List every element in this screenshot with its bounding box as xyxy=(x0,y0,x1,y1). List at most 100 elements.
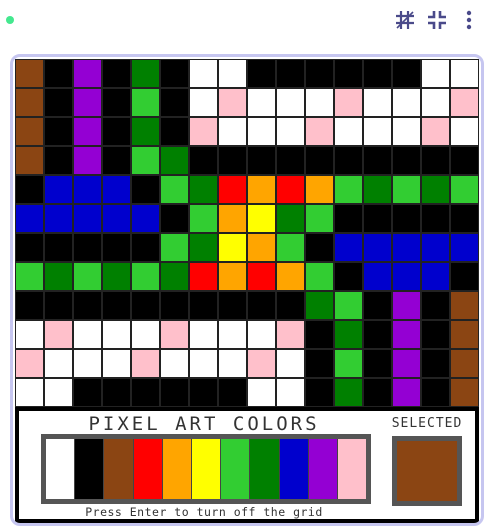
pixel-cell[interactable] xyxy=(363,349,392,378)
pixel-cell[interactable] xyxy=(363,59,392,88)
pixel-cell[interactable] xyxy=(363,233,392,262)
pixel-cell[interactable] xyxy=(392,146,421,175)
pixel-cell[interactable] xyxy=(218,117,247,146)
pixel-cell[interactable] xyxy=(73,59,102,88)
pixel-cell[interactable] xyxy=(421,320,450,349)
pixel-cell[interactable] xyxy=(218,320,247,349)
exit-fullscreen-icon[interactable] xyxy=(425,8,449,32)
pixel-cell[interactable] xyxy=(334,146,363,175)
pixel-cell[interactable] xyxy=(392,233,421,262)
pixel-cell[interactable] xyxy=(73,88,102,117)
pixel-cell[interactable] xyxy=(276,88,305,117)
pixel-cell[interactable] xyxy=(15,204,44,233)
pixel-cell[interactable] xyxy=(73,320,102,349)
pixel-cell[interactable] xyxy=(15,378,44,407)
pixel-cell[interactable] xyxy=(363,88,392,117)
pixel-cell[interactable] xyxy=(131,59,160,88)
pixel-cell[interactable] xyxy=(276,349,305,378)
pixel-cell[interactable] xyxy=(276,291,305,320)
pixel-cell[interactable] xyxy=(160,349,189,378)
pixel-cell[interactable] xyxy=(189,378,218,407)
pixel-cell[interactable] xyxy=(131,88,160,117)
pixel-cell[interactable] xyxy=(73,146,102,175)
pixel-cell[interactable] xyxy=(44,204,73,233)
pixel-cell[interactable] xyxy=(334,117,363,146)
pixel-cell[interactable] xyxy=(334,378,363,407)
pixel-cell[interactable] xyxy=(131,117,160,146)
pixel-cell[interactable] xyxy=(15,320,44,349)
pixel-cell[interactable] xyxy=(102,320,131,349)
pixel-cell[interactable] xyxy=(102,291,131,320)
color-swatch[interactable] xyxy=(250,439,280,499)
pixel-cell[interactable] xyxy=(305,378,334,407)
pixel-cell[interactable] xyxy=(305,204,334,233)
pixel-cell[interactable] xyxy=(102,378,131,407)
pixel-cell[interactable] xyxy=(363,262,392,291)
pixel-cell[interactable] xyxy=(392,262,421,291)
pixel-cell[interactable] xyxy=(276,320,305,349)
pixel-cell[interactable] xyxy=(450,204,479,233)
pixel-cell[interactable] xyxy=(247,175,276,204)
pixel-cell[interactable] xyxy=(131,233,160,262)
pixel-cell[interactable] xyxy=(363,146,392,175)
pixel-cell[interactable] xyxy=(305,59,334,88)
pixel-cell[interactable] xyxy=(102,175,131,204)
pixel-cell[interactable] xyxy=(363,291,392,320)
pixel-cell[interactable] xyxy=(15,175,44,204)
pixel-cell[interactable] xyxy=(73,233,102,262)
pixel-cell[interactable] xyxy=(305,291,334,320)
pixel-cell[interactable] xyxy=(160,59,189,88)
pixel-cell[interactable] xyxy=(334,175,363,204)
pixel-cell[interactable] xyxy=(450,320,479,349)
pixel-cell[interactable] xyxy=(305,117,334,146)
color-swatch[interactable] xyxy=(191,439,222,499)
pixel-cell[interactable] xyxy=(44,117,73,146)
pixel-cell[interactable] xyxy=(15,262,44,291)
pixel-cell[interactable] xyxy=(218,349,247,378)
pixel-cell[interactable] xyxy=(131,262,160,291)
pixel-cell[interactable] xyxy=(73,291,102,320)
color-swatch[interactable] xyxy=(133,439,163,499)
pixel-cell[interactable] xyxy=(363,320,392,349)
pixel-cell[interactable] xyxy=(450,59,479,88)
pixel-cell[interactable] xyxy=(334,320,363,349)
pixel-cell[interactable] xyxy=(189,349,218,378)
pixel-cell[interactable] xyxy=(421,59,450,88)
pixel-cell[interactable] xyxy=(15,117,44,146)
pixel-cell[interactable] xyxy=(421,175,450,204)
pixel-cell[interactable] xyxy=(450,378,479,407)
color-swatch[interactable] xyxy=(337,439,367,499)
pixel-cell[interactable] xyxy=(189,262,218,291)
pixel-cell[interactable] xyxy=(189,233,218,262)
pixel-cell[interactable] xyxy=(102,262,131,291)
pixel-cell[interactable] xyxy=(450,117,479,146)
pixel-cell[interactable] xyxy=(160,88,189,117)
pixel-cell[interactable] xyxy=(44,146,73,175)
color-swatch[interactable] xyxy=(46,439,76,499)
pixel-cell[interactable] xyxy=(73,204,102,233)
more-options-icon[interactable] xyxy=(457,8,481,32)
pixel-cell[interactable] xyxy=(247,233,276,262)
pixel-cell[interactable] xyxy=(189,291,218,320)
pixel-cell[interactable] xyxy=(189,175,218,204)
pixel-cell[interactable] xyxy=(73,378,102,407)
pixel-cell[interactable] xyxy=(44,59,73,88)
pixel-cell[interactable] xyxy=(334,349,363,378)
pixel-cell[interactable] xyxy=(73,175,102,204)
pixel-cell[interactable] xyxy=(218,378,247,407)
pixel-cell[interactable] xyxy=(305,88,334,117)
pixel-cell[interactable] xyxy=(247,146,276,175)
pixel-cell[interactable] xyxy=(276,204,305,233)
pixel-cell[interactable] xyxy=(392,117,421,146)
pixel-cell[interactable] xyxy=(421,117,450,146)
pixel-cell[interactable] xyxy=(15,233,44,262)
pixel-cell[interactable] xyxy=(73,349,102,378)
pixel-cell[interactable] xyxy=(392,349,421,378)
color-swatch[interactable] xyxy=(162,439,192,499)
pixel-cell[interactable] xyxy=(15,291,44,320)
pixel-cell[interactable] xyxy=(44,262,73,291)
color-swatch[interactable] xyxy=(75,439,105,499)
pixel-cell[interactable] xyxy=(131,291,160,320)
pixel-grid[interactable] xyxy=(15,59,479,407)
pixel-cell[interactable] xyxy=(392,378,421,407)
